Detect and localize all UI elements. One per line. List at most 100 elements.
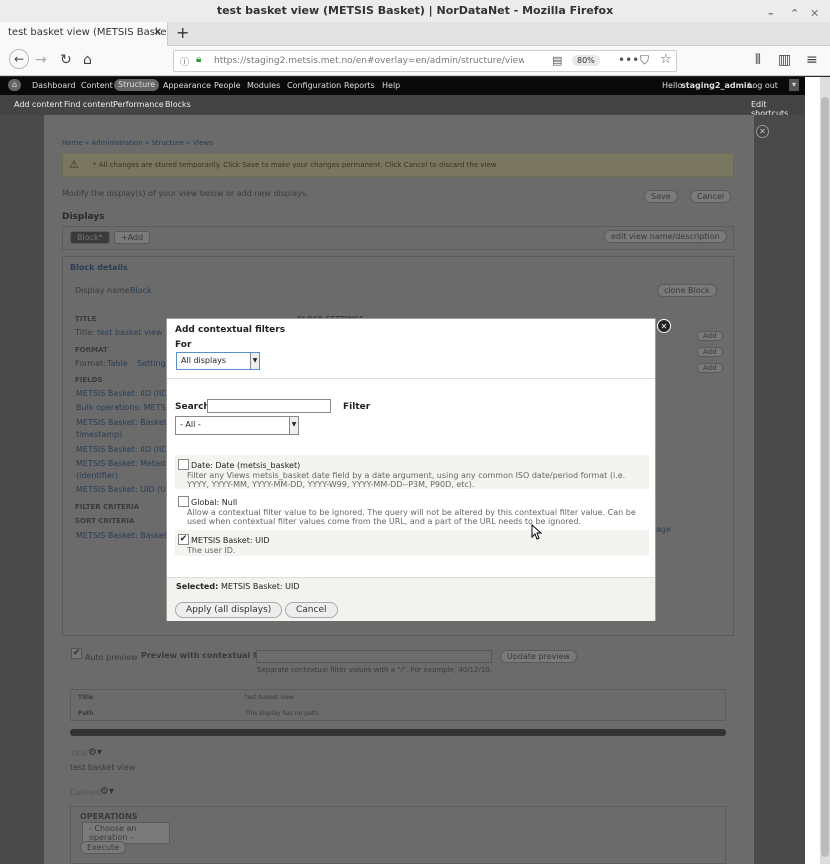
- option-description: The user ID.: [187, 546, 236, 555]
- title-link[interactable]: test basket view: [97, 328, 162, 337]
- field-item[interactable]: METSIS Basket: IID (IID): [76, 389, 171, 398]
- fields-heading: FIELDS: [75, 376, 103, 384]
- admin-logout[interactable]: Log out: [748, 81, 778, 90]
- add-small-button[interactable]: Add: [697, 347, 723, 357]
- new-tab-icon[interactable]: +: [176, 23, 189, 42]
- shortcut-add-content[interactable]: Add content: [14, 100, 63, 109]
- filter-option-date[interactable]: Date: Date (metsis_basket) Filter any Vi…: [175, 455, 649, 489]
- shortcut-performance[interactable]: Performance: [113, 100, 164, 109]
- clone-block-button[interactable]: clone Block: [657, 284, 717, 297]
- page-actions-icon[interactable]: •••: [618, 53, 639, 67]
- field-item[interactable]: (identifier): [76, 471, 118, 480]
- navigation-bar: ← → ↻ ⌂ ⓘ 🔒︎ https://staging2.metsis.met…: [0, 46, 830, 76]
- browser-tab[interactable]: test basket view (METSIS Basket ✕: [0, 22, 168, 46]
- preview-title-value: test basket view: [245, 694, 295, 701]
- pocket-icon[interactable]: ⛉: [640, 53, 649, 68]
- gear-icon[interactable]: ⚙▾: [100, 786, 114, 797]
- reader-view-icon[interactable]: ▤: [552, 54, 562, 67]
- selected-label: Selected:: [176, 582, 219, 591]
- title-section-label: Title: [70, 749, 88, 758]
- bookmark-star-icon[interactable]: ☆: [660, 52, 672, 67]
- auto-preview-checkbox[interactable]: ✔: [71, 648, 82, 659]
- breadcrumb[interactable]: Home » Administration » Structure » View…: [62, 139, 213, 147]
- format-heading: FORMAT: [75, 346, 108, 354]
- home-icon[interactable]: ⌂: [8, 79, 22, 91]
- admin-people[interactable]: People: [214, 81, 241, 90]
- page-scrollbar-thumb[interactable]: [821, 97, 829, 857]
- apply-button[interactable]: Apply (all displays): [175, 602, 283, 618]
- chevron-down-icon: ▼: [289, 417, 298, 434]
- sort-item[interactable]: METSIS Basket: Basket t: [76, 531, 173, 540]
- admin-dashboard[interactable]: Dashboard: [32, 81, 75, 90]
- cancel-view-button[interactable]: Cancel: [690, 190, 732, 203]
- filter-select[interactable]: - All - ▼: [175, 416, 299, 435]
- tab-bar: test basket view (METSIS Basket ✕ +: [0, 22, 830, 46]
- option-title: METSIS Basket: UID: [191, 536, 270, 545]
- hamburger-menu-icon[interactable]: ≡: [806, 52, 818, 68]
- shortcut-find-content[interactable]: Find content: [64, 100, 114, 109]
- toggle-shortcuts-icon[interactable]: ▾: [789, 79, 800, 91]
- reload-icon[interactable]: ↻: [60, 52, 72, 68]
- window-title: test basket view (METSIS Basket) | NorDa…: [216, 4, 614, 17]
- url-text[interactable]: https://staging2.metsis.met.no/en#overla…: [214, 56, 524, 66]
- save-button[interactable]: Save: [644, 190, 678, 203]
- field-item[interactable]: timestamp): [76, 430, 122, 439]
- field-item[interactable]: Bulk operations: METSIS: [76, 403, 173, 412]
- add-contextual-filters-dialog: Add contextual filters ✕ For All display…: [166, 318, 671, 621]
- field-item[interactable]: METSIS Basket: Metadat: [76, 459, 173, 468]
- option-checkbox[interactable]: [178, 496, 189, 507]
- field-item[interactable]: METSIS Basket: IID (IID): [76, 445, 171, 454]
- close-tab-icon[interactable]: ✕: [154, 22, 162, 44]
- update-preview-button[interactable]: Update preview: [500, 650, 578, 663]
- admin-username[interactable]: staging2_admin: [681, 81, 752, 90]
- gear-icon[interactable]: ⚙▾: [88, 747, 102, 758]
- tab-block[interactable]: Block*: [70, 231, 110, 244]
- dialog-close-icon[interactable]: ✕: [657, 319, 671, 333]
- back-icon[interactable]: ←: [9, 49, 29, 69]
- block-details-toggle[interactable]: Block details: [70, 263, 128, 272]
- admin-configuration[interactable]: Configuration: [287, 81, 341, 90]
- admin-content[interactable]: Content: [81, 81, 113, 90]
- hello-text: Hello: [662, 81, 683, 90]
- shortcut-blocks[interactable]: Blocks: [165, 100, 191, 109]
- admin-toolbar: ⌂ Dashboard Content Structure Appearance…: [0, 77, 805, 95]
- library-icon[interactable]: ⫴: [755, 52, 761, 68]
- search-input[interactable]: [207, 399, 331, 413]
- add-small-button[interactable]: Add: [697, 331, 723, 341]
- admin-appearance[interactable]: Appearance: [163, 81, 211, 90]
- url-bar[interactable]: ⓘ 🔒︎ https://staging2.metsis.met.no/en#o…: [173, 50, 677, 72]
- field-item[interactable]: METSIS Basket: Basket t: [76, 418, 173, 427]
- format-settings-link[interactable]: Settings: [137, 359, 170, 368]
- format-link[interactable]: Table: [107, 359, 128, 368]
- info-icon[interactable]: ⓘ: [180, 55, 189, 68]
- display-name-link[interactable]: Block: [130, 286, 152, 295]
- preview-path-label: Path: [78, 710, 94, 717]
- add-small-button[interactable]: Add: [697, 363, 723, 373]
- option-checkbox[interactable]: ✔: [178, 534, 189, 545]
- preview-input[interactable]: [256, 650, 492, 663]
- forward-icon[interactable]: →: [35, 52, 47, 68]
- window-titlebar: test basket view (METSIS Basket) | NorDa…: [0, 0, 830, 22]
- selected-value: METSIS Basket: UID: [221, 582, 300, 591]
- admin-help[interactable]: Help: [382, 81, 400, 90]
- preview-path-value: This display has no path.: [245, 710, 320, 717]
- admin-structure[interactable]: Structure: [114, 79, 160, 91]
- add-display-button[interactable]: +Add: [114, 231, 151, 244]
- filter-option-global-null[interactable]: Global: Null Allow a contextual filter v…: [175, 492, 649, 528]
- age-link[interactable]: age: [656, 525, 671, 534]
- admin-reports[interactable]: Reports: [344, 81, 375, 90]
- sidebar-icon[interactable]: ▥: [778, 52, 791, 68]
- option-checkbox[interactable]: [178, 459, 189, 470]
- execute-button[interactable]: Execute: [80, 841, 126, 854]
- option-title: Global: Null: [191, 498, 238, 507]
- preview-scrollbar[interactable]: [70, 729, 726, 736]
- admin-modules[interactable]: Modules: [247, 81, 280, 90]
- dialog-cancel-button[interactable]: Cancel: [285, 602, 338, 618]
- zoom-level[interactable]: 80%: [572, 55, 600, 66]
- overlay-close-icon[interactable]: ✕: [756, 125, 769, 138]
- home-icon[interactable]: ⌂: [83, 52, 92, 68]
- for-select[interactable]: All displays ▼: [176, 352, 260, 370]
- field-item[interactable]: METSIS Basket: UID (UID: [76, 485, 175, 494]
- edit-view-name-button[interactable]: edit view name/description: [604, 230, 727, 243]
- filter-option-uid[interactable]: ✔ METSIS Basket: UID The user ID.: [175, 530, 649, 556]
